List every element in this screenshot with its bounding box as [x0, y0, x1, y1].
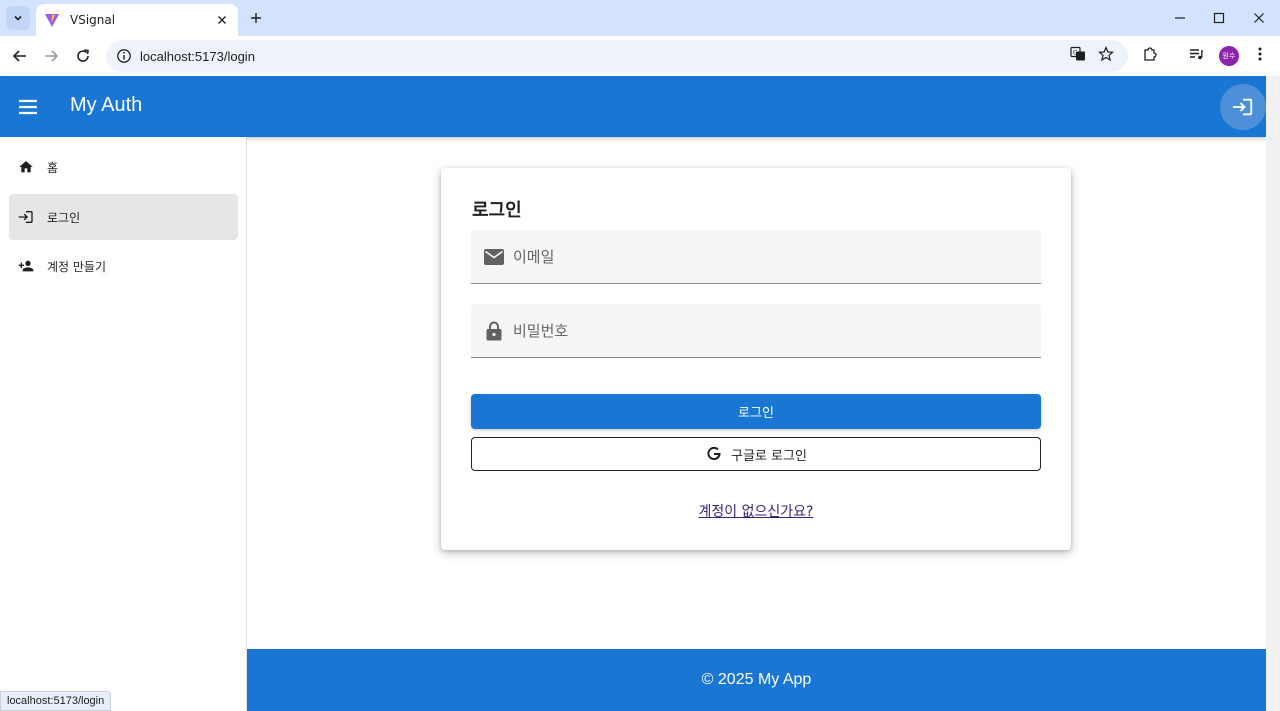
app-bar: My Auth [0, 76, 1266, 137]
playlist-icon [1190, 49, 1203, 60]
close-icon [1254, 13, 1264, 23]
home-icon [17, 158, 35, 176]
sidebar-item-label: 계정 만들기 [47, 259, 107, 274]
reload-button[interactable] [71, 44, 95, 68]
email-input[interactable] [513, 247, 1013, 266]
signup-link[interactable]: 계정이 없으신가요? [441, 501, 1071, 521]
reload-icon [77, 49, 89, 62]
sidebar: 홈 로그인 계정 만들기 [0, 137, 247, 711]
browser-menu-button[interactable] [1250, 44, 1270, 64]
tab-close-button[interactable] [214, 12, 230, 28]
sidebar-item-login[interactable]: 로그인 [9, 194, 238, 240]
forward-button[interactable] [39, 44, 63, 68]
sidebar-item-home[interactable]: 홈 [9, 144, 238, 190]
google-login-button[interactable]: 구글로 로그인 [471, 437, 1041, 471]
google-login-label: 구글로 로그인 [731, 448, 807, 464]
tab-search-button[interactable] [6, 6, 30, 30]
login-icon [1232, 98, 1253, 116]
page-scrollbar[interactable] [1266, 76, 1280, 711]
close-icon [218, 16, 226, 24]
chevron-down-icon [14, 15, 22, 21]
browser-tab-active[interactable]: VSignal [36, 4, 238, 36]
email-field[interactable] [471, 230, 1041, 284]
maximize-button[interactable] [1207, 6, 1231, 30]
minimize-button[interactable] [1168, 6, 1192, 30]
password-input[interactable] [513, 321, 1013, 340]
sidebar-item-label: 홈 [47, 160, 59, 175]
plus-icon [251, 13, 261, 23]
vite-logo-icon [45, 14, 59, 27]
more-vert-icon [1258, 47, 1262, 61]
google-icon [705, 445, 723, 463]
back-button[interactable] [8, 44, 32, 68]
menu-button[interactable] [14, 93, 42, 121]
login-icon [17, 208, 35, 226]
menu-icon [19, 99, 37, 115]
arrow-right-icon [45, 50, 59, 62]
address-url: localhost:5173/login [140, 48, 255, 64]
translate-icon: G [1070, 46, 1085, 61]
media-control-button[interactable] [1186, 44, 1206, 64]
star-icon [1098, 46, 1114, 62]
sidebar-item-signup[interactable]: 계정 만들기 [9, 243, 238, 289]
sidebar-item-label: 로그인 [47, 210, 81, 225]
new-tab-button[interactable] [246, 8, 266, 28]
browser-toolbar: localhost:5173/login G [0, 36, 1280, 76]
arrow-left-icon [12, 50, 26, 62]
minimize-icon [1175, 17, 1185, 19]
lock-icon [483, 320, 505, 342]
tab-title: VSignal [70, 13, 116, 27]
app-title: My Auth [70, 94, 143, 116]
person-add-icon [17, 257, 35, 275]
svg-text:G: G [1073, 50, 1078, 57]
mail-icon [483, 246, 505, 268]
maximize-icon [1213, 12, 1225, 24]
close-window-button[interactable] [1247, 6, 1271, 30]
translate-button[interactable]: G [1068, 44, 1088, 64]
status-bar-url: localhost:5173/login [0, 691, 112, 711]
bookmark-button[interactable] [1096, 44, 1116, 64]
footer: © 2025 My App [247, 649, 1266, 711]
browser-tabstrip: VSignal [0, 0, 1280, 36]
password-field[interactable] [471, 304, 1041, 358]
login-button[interactable]: 로그인 [471, 394, 1041, 429]
footer-text: © 2025 My App [701, 671, 812, 688]
login-title: 로그인 [472, 200, 522, 221]
login-card: 로그인 로그인 구글로 로그인 계정이 없으신가요? [441, 168, 1071, 550]
info-icon[interactable] [116, 48, 132, 64]
address-bar[interactable]: localhost:5173/login [106, 40, 1128, 72]
profile-avatar[interactable]: 원수 [1219, 46, 1239, 66]
extensions-button[interactable] [1140, 44, 1160, 64]
puzzle-icon [1144, 47, 1157, 61]
appbar-login-button[interactable] [1220, 84, 1266, 130]
